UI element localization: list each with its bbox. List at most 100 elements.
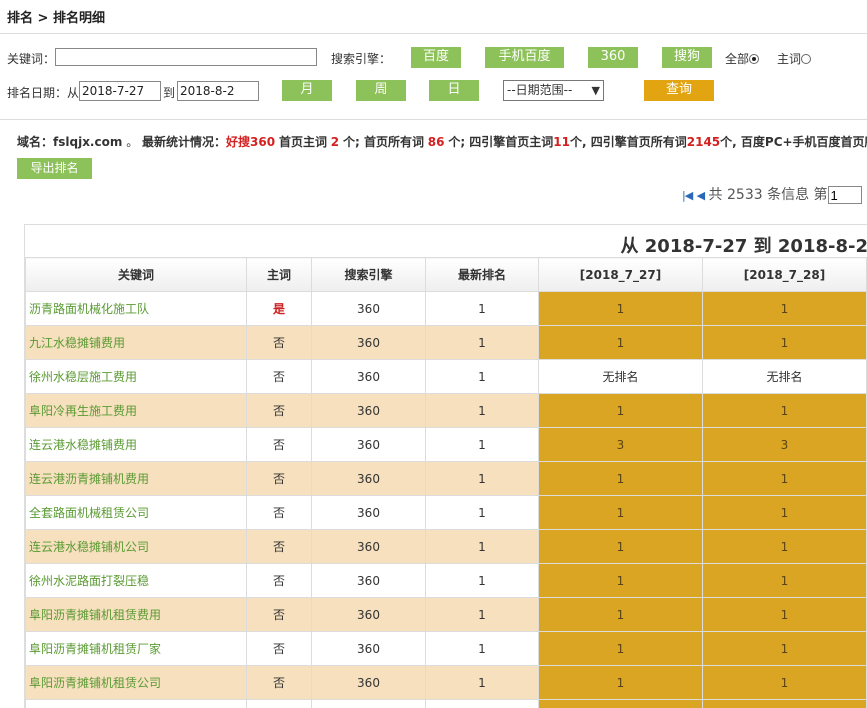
date-from-input[interactable]: [79, 81, 161, 101]
keyword-cell[interactable]: 阜阳冷再生施工费用: [26, 394, 247, 428]
main-cell: 否: [247, 564, 312, 598]
keyword-cell[interactable]: 阜阳沥青摊铺机租赁费用: [26, 598, 247, 632]
date-rank-cell: 1: [539, 598, 703, 632]
prev-page-icon[interactable]: ◀: [697, 189, 704, 202]
date-rank-cell: 3: [703, 428, 867, 462]
date-rank-cell: 3: [539, 428, 703, 462]
breadcrumb: 排名 > 排名明细: [7, 7, 105, 26]
keyword-cell[interactable]: 徐州水泥路面打裂压稳: [26, 564, 247, 598]
divider: [0, 33, 867, 34]
period-month-button[interactable]: 月: [282, 80, 332, 101]
latest-rank-cell: 1: [426, 632, 539, 666]
stats-label: 最新统计情况：: [142, 135, 226, 149]
stats-summary: 域名：fslqjx.com 。 最新统计情况：好搜360 首页主词 2 个; 首…: [17, 133, 867, 150]
table-row: 全套路面机械租赁公司否360111: [26, 496, 867, 530]
radio-all-option[interactable]: 全部: [725, 50, 759, 67]
keyword-cell[interactable]: 全套路面机械租赁公司: [26, 496, 247, 530]
keyword-cell[interactable]: 连云港沥青摊铺机费用: [26, 462, 247, 496]
pager: |◀ ◀ 共 2533 条信息 第: [682, 184, 862, 204]
table-row: 阜阳沥青摊铺机租赁厂家否360111: [26, 632, 867, 666]
period-day-button[interactable]: 日: [429, 80, 479, 101]
latest-rank-cell: 1: [426, 496, 539, 530]
table-row: 连云港水稳摊铺费用否360133: [26, 428, 867, 462]
keyword-cell[interactable]: 连云港水稳摊铺费用: [26, 428, 247, 462]
radio-all-button[interactable]: [749, 54, 759, 64]
keyword-input[interactable]: [55, 48, 317, 66]
stats-engine: 好搜360: [226, 135, 275, 149]
latest-rank-cell: 1: [426, 428, 539, 462]
table-row: 阜阳沥青摊铺机租赁费用否360111: [26, 598, 867, 632]
header-date-2[interactable]: [2018_7_28]: [703, 258, 867, 292]
header-latest-rank[interactable]: 最新排名: [426, 258, 539, 292]
engine-button-baidu[interactable]: 百度: [411, 47, 461, 68]
main-cell: 否: [247, 632, 312, 666]
first-page-icon[interactable]: |◀: [682, 189, 692, 202]
table-row: 连云港水稳摊铺机公司否360111: [26, 530, 867, 564]
domain-label: 域名：: [17, 135, 53, 149]
engine-cell: 360: [312, 496, 426, 530]
engine-cell: 360: [312, 666, 426, 700]
date-rank-cell: 1: [539, 496, 703, 530]
keyword-cell[interactable]: 连云港水稳摊铺机公司: [26, 530, 247, 564]
date-rank-cell: 1: [703, 530, 867, 564]
home-main-label: 首页主词: [279, 135, 327, 149]
to-label: 到: [163, 84, 175, 101]
latest-rank-cell: 1: [426, 394, 539, 428]
date-label: 排名日期：从: [7, 84, 79, 101]
page-number-input[interactable]: [828, 186, 862, 204]
main-cell: 否: [247, 428, 312, 462]
keyword-cell[interactable]: 沥青路面机械化施工队: [26, 292, 247, 326]
radio-main-button[interactable]: [801, 54, 811, 64]
engine-cell: 360: [312, 326, 426, 360]
home-all-count: 86: [428, 135, 445, 149]
table-row: 九江水稳摊铺费用否360111: [26, 326, 867, 360]
table-row: 徐州水泥路面打裂压稳否360111: [26, 564, 867, 598]
header-main[interactable]: 主词: [247, 258, 312, 292]
ranking-table-container: 从 2018-7-27 到 2018-8-2 关键词 主词 搜索引擎 最新排名 …: [24, 224, 867, 708]
engine-button-360[interactable]: 360: [588, 47, 638, 68]
search-button[interactable]: 查询: [644, 80, 714, 101]
header-date-1[interactable]: [2018_7_27]: [539, 258, 703, 292]
home-main-count: 2: [331, 135, 339, 149]
total-suffix: 条信息: [767, 187, 809, 203]
chevron-down-icon: ▼: [592, 81, 600, 100]
engine-cell: 360: [312, 564, 426, 598]
date-rank-cell: 1: [703, 394, 867, 428]
engine-button-sogou[interactable]: 搜狗: [662, 47, 712, 68]
four-all-label: 个, 四引擎首页所有词: [570, 135, 687, 149]
engine-label: 搜索引擎：: [331, 50, 391, 67]
main-cell: 否: [247, 666, 312, 700]
engine-cell: 360: [312, 292, 426, 326]
four-main-count: 11: [553, 135, 570, 149]
date-rank-cell: 1: [703, 292, 867, 326]
table-row: 连云港沥青摊铺机费用否360111: [26, 462, 867, 496]
date-rank-cell: 1: [539, 462, 703, 496]
header-keyword[interactable]: 关键词: [26, 258, 247, 292]
domain-value: fslqjx.com: [53, 135, 122, 149]
engine-cell: 360: [312, 394, 426, 428]
summary-separator: 。: [126, 135, 138, 149]
latest-rank-cell: 1: [426, 462, 539, 496]
header-engine[interactable]: 搜索引擎: [312, 258, 426, 292]
latest-rank-cell: 1: [426, 530, 539, 564]
period-week-button[interactable]: 周: [356, 80, 406, 101]
engine-button-mobile-baidu[interactable]: 手机百度: [485, 47, 564, 68]
keyword-cell[interactable]: 九江水稳摊铺费用: [26, 326, 247, 360]
radio-main-option[interactable]: 主词: [777, 50, 811, 67]
date-to-input[interactable]: [177, 81, 259, 101]
main-cell: 否: [247, 360, 312, 394]
radio-main-label: 主词: [777, 52, 801, 66]
keyword-label: 关键词：: [7, 50, 55, 67]
keyword-cell[interactable]: 徐州水稳层施工费用: [26, 360, 247, 394]
export-ranking-button[interactable]: 导出排名: [17, 158, 92, 179]
engine-cell: 360: [312, 428, 426, 462]
date-range-title: 从 2018-7-27 到 2018-8-2: [621, 232, 867, 258]
latest-rank-cell: 1: [426, 598, 539, 632]
date-rank-cell: 1: [539, 326, 703, 360]
keyword-cell[interactable]: 阜阳沥青摊铺机租赁公司: [26, 666, 247, 700]
date-rank-cell: 无排名: [703, 360, 867, 394]
keyword-cell[interactable]: 阜阳沥青摊铺机租赁厂家: [26, 632, 247, 666]
date-rank-cell: 1: [703, 496, 867, 530]
date-rank-cell: 1: [703, 598, 867, 632]
date-range-select[interactable]: --日期范围-- ▼: [503, 80, 604, 101]
